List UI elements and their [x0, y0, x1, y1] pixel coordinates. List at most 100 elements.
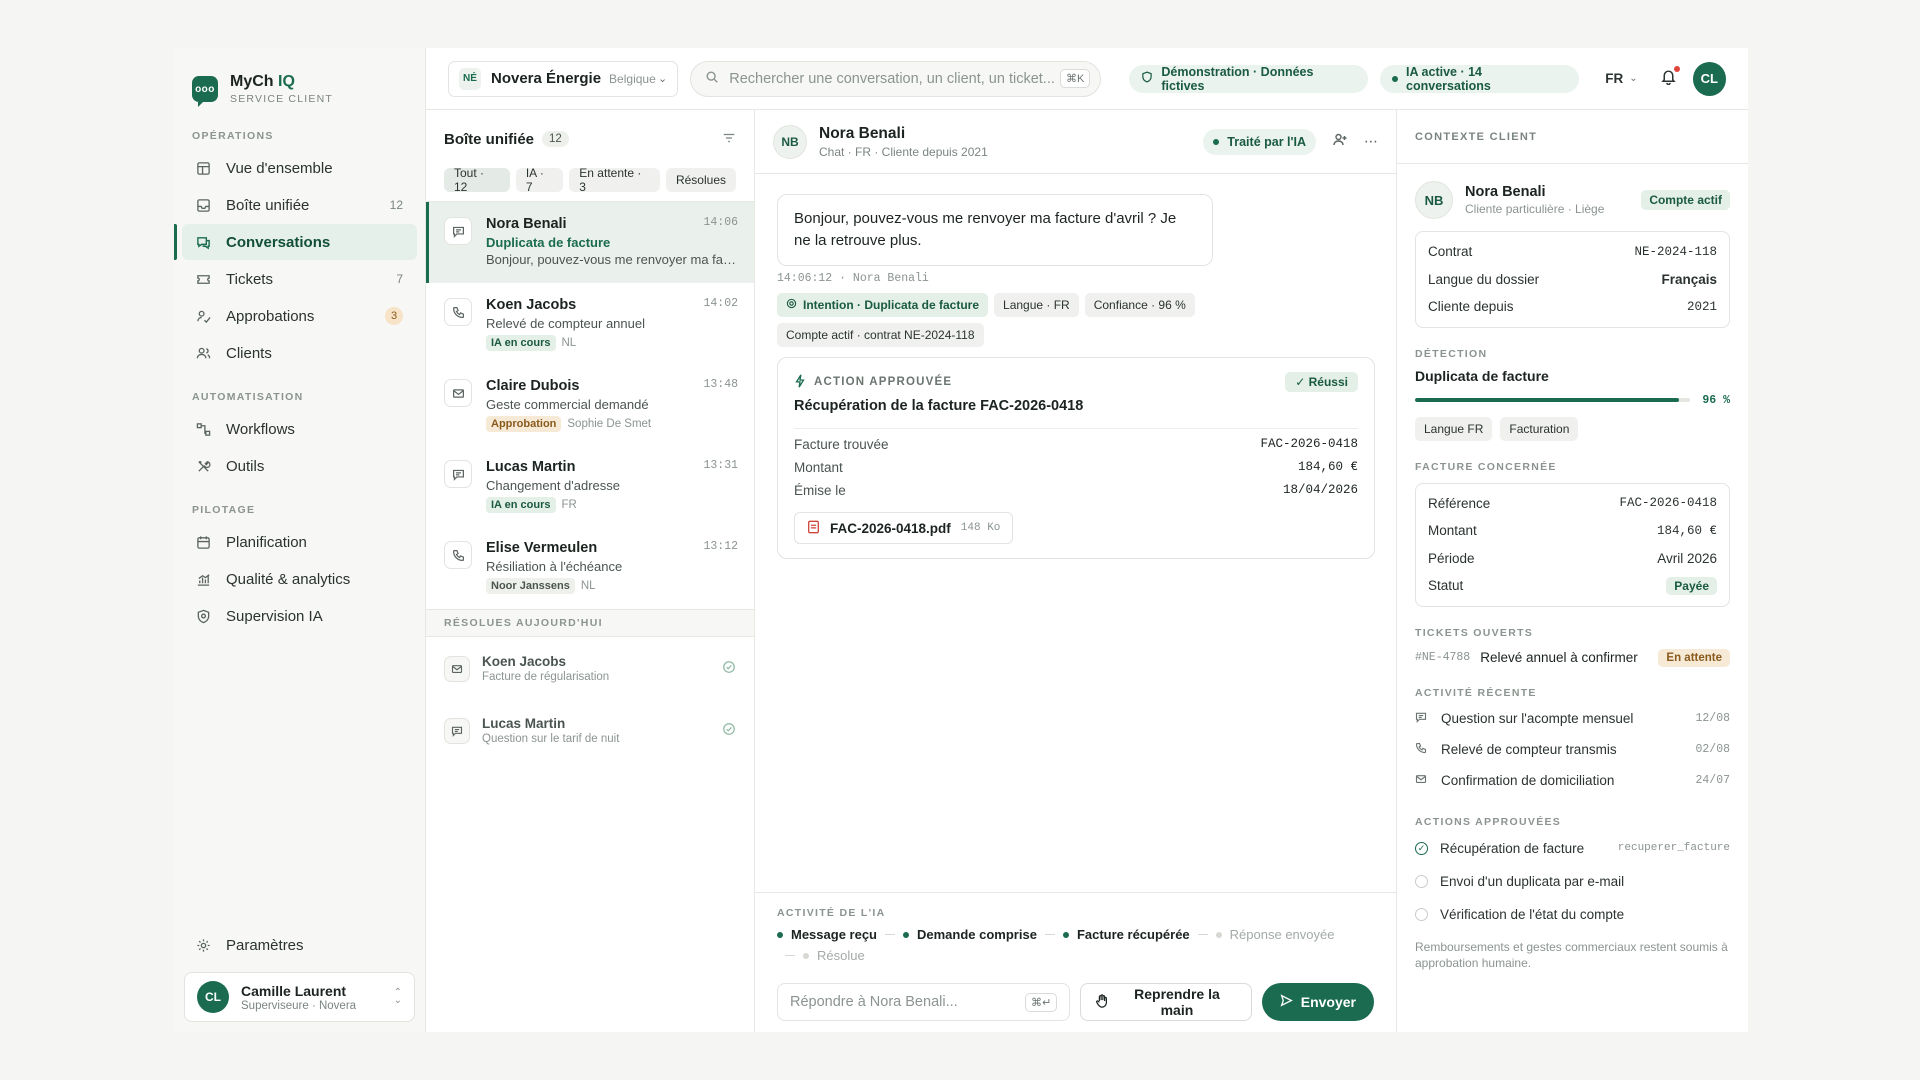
sidebar-item-workflows[interactable]: Workflows: [182, 411, 417, 447]
avatar: NB: [1415, 181, 1453, 219]
pdf-attachment[interactable]: FAC-2026-0418.pdf 148 Ko: [794, 512, 1014, 544]
ai-activity-title: ACTIVITÉ DE L'IA: [777, 907, 886, 919]
app-window: ooo MyCh IQ SERVICE CLIENT OPÉRATIONS Vu…: [174, 48, 1748, 1032]
filter-pending[interactable]: En attente · 3: [569, 166, 660, 194]
info-label: Langue du dossier: [1428, 271, 1540, 287]
chat-icon: [444, 717, 470, 744]
topbar: NÉ Novera Énergie Belgique ⌄ ⌘K Démonstr…: [426, 48, 1748, 110]
filter-tabs: Tout · 12 IA · 7 En attente · 3 Résolues: [426, 166, 754, 202]
approved-action-label: Récupération de facture: [1440, 840, 1585, 856]
search-input[interactable]: [729, 70, 1061, 87]
confidence-value: 96 %: [1702, 393, 1730, 407]
filter-ai[interactable]: IA · 7: [515, 166, 564, 194]
client-subtitle: Cliente particulière · Liège: [1465, 202, 1605, 216]
list-item[interactable]: Elise Vermeulen 13:12 Résiliation à l'éch…: [426, 526, 754, 607]
empty-circle-icon: [1415, 907, 1428, 921]
sidebar-item-conversations[interactable]: Conversations: [174, 224, 417, 260]
list-item[interactable]: Claire Dubois 13:48 Geste commercial dema…: [426, 364, 754, 445]
demo-badge: Démonstration · Données fictives: [1129, 64, 1369, 93]
sidebar-item-ai-supervision[interactable]: Supervision IA: [182, 598, 417, 634]
sidebar-item-approvals[interactable]: Approbations 3: [182, 298, 417, 334]
language-selector[interactable]: FR ⌄: [1605, 71, 1637, 86]
confidence-bar: 96 %: [1415, 394, 1730, 407]
notification-dot: [1673, 65, 1680, 72]
sidebar-item-label: Planification: [226, 533, 307, 551]
tickets-title: TICKETS OUVERTS: [1415, 626, 1534, 639]
org-selector[interactable]: NÉ Novera Énergie Belgique ⌄: [448, 60, 679, 97]
ai-status-badge[interactable]: IA active · 14 conversations: [1380, 64, 1580, 93]
step-reply-sent: Réponse envoyée: [1215, 927, 1334, 942]
content: Boîte unifiée 12 Tout · 12 IA · 7 En att…: [426, 110, 1748, 1032]
send-button[interactable]: Envoyer: [1261, 983, 1374, 1021]
list-item[interactable]: Lucas Martin 13:31 Changement d'adresse I…: [426, 445, 754, 526]
sidebar-item-inbox[interactable]: Boîte unifiée 12: [182, 187, 417, 223]
add-user-icon[interactable]: [1332, 132, 1348, 151]
sidebar-item-tools[interactable]: Outils: [182, 448, 417, 484]
action-row-label: Montant: [794, 460, 843, 475]
search-icon: [705, 70, 719, 87]
list-item[interactable]: Lucas Martin Question sur le tarif de nu…: [426, 699, 754, 761]
list-item[interactable]: Nora Benali 14:06 Duplicata de facture Bo…: [426, 202, 754, 283]
org-badge: NÉ: [459, 67, 481, 90]
conversation-meta: Chat · FR · Cliente depuis 2021: [819, 144, 988, 159]
language-chip: Langue · FR: [994, 293, 1079, 317]
activity-item[interactable]: Question sur l'acompte mensuel 12/08: [1415, 703, 1730, 734]
conversation-name: Claire Dubois: [486, 378, 580, 394]
invoice-value: 184,60 €: [1656, 523, 1717, 538]
nav-section-operations: OPÉRATIONS: [192, 130, 274, 142]
ticket-item[interactable]: #NE-4788 Relevé annuel à confirmer En at…: [1415, 648, 1730, 667]
filter-icon[interactable]: [722, 131, 736, 148]
brand[interactable]: ooo MyCh IQ SERVICE CLIENT: [174, 48, 425, 110]
invoice-label: Montant: [1428, 523, 1477, 539]
reply-field[interactable]: ⌘↵: [777, 983, 1071, 1021]
conversation-subject: Changement d'adresse: [486, 478, 621, 493]
more-icon[interactable]: ⋯: [1364, 133, 1378, 150]
org-name: Novera Énergie: [491, 70, 602, 87]
sidebar-item-tickets[interactable]: Tickets 7: [182, 261, 417, 297]
conversation-subject: Relevé de compteur annuel: [486, 316, 645, 331]
conversation-name: Lucas Martin: [482, 715, 566, 731]
search-bar[interactable]: ⌘K: [690, 60, 1102, 97]
bolt-icon: [794, 374, 806, 391]
activity-item[interactable]: Relevé de compteur transmis 02/08: [1415, 734, 1730, 765]
conversation-name: Koen Jacobs: [482, 653, 567, 669]
conversation-meta: Sophie De Smet: [567, 418, 652, 430]
sidebar-item-overview[interactable]: Vue d'ensemble: [182, 150, 417, 186]
ai-status-label: IA active · 14 conversations: [1406, 64, 1491, 93]
filter-all[interactable]: Tout · 12: [444, 166, 510, 194]
resolved-section-title: RÉSOLUES AUJOURD'HUI: [426, 609, 754, 637]
list-item[interactable]: Koen Jacobs Facture de régularisation: [426, 637, 754, 699]
phone-icon: [444, 298, 472, 326]
detection-value: Duplicata de facture: [1415, 367, 1549, 384]
message-meta: 14:06:12 · Nora Benali: [777, 272, 929, 285]
notifications-button[interactable]: [1660, 65, 1680, 90]
ticket-id: #NE-4788: [1415, 651, 1471, 664]
info-value: 2021: [1686, 299, 1717, 314]
status-badge: Payée: [1666, 576, 1717, 595]
sidebar-item-planning[interactable]: Planification: [182, 524, 417, 560]
chat-icon: [444, 217, 472, 245]
nav-section-automation: AUTOMATISATION: [192, 391, 304, 403]
sidebar-item-settings[interactable]: Paramètres: [182, 927, 417, 963]
activity-item[interactable]: Confirmation de domiciliation 24/07: [1415, 765, 1730, 796]
status-badge: Approbation: [486, 416, 562, 432]
avatar[interactable]: CL: [1692, 61, 1727, 96]
filter-resolved[interactable]: Résolues: [665, 168, 736, 192]
action-label: ACTION APPROUVÉE: [814, 376, 953, 388]
reply-input[interactable]: [790, 994, 1025, 1010]
approved-action-item: Vérification de l'état du compte: [1415, 898, 1730, 931]
conversation-time: 14:02: [703, 297, 738, 310]
sidebar-item-analytics[interactable]: Qualité & analytics: [182, 561, 417, 597]
user-menu[interactable]: CL Camille Laurent Superviseure · Novera…: [184, 972, 415, 1022]
conversation-name: Nora Benali: [486, 216, 567, 232]
take-over-button[interactable]: Reprendre la main: [1080, 983, 1252, 1021]
sidebar-item-label: Workflows: [226, 420, 295, 438]
list-item[interactable]: Koen Jacobs 14:02 Relevé de compteur annu…: [426, 283, 754, 364]
sidebar-item-clients[interactable]: Clients: [182, 335, 417, 371]
info-label: Contrat: [1428, 244, 1473, 260]
activity-label: Confirmation de domiciliation: [1441, 772, 1615, 788]
send-shortcut: ⌘↵: [1024, 992, 1058, 1012]
action-row-value: FAC-2026-0418: [1260, 437, 1358, 451]
activity-label: Relevé de compteur transmis: [1441, 741, 1617, 757]
file-size: 148 Ko: [960, 522, 1001, 534]
